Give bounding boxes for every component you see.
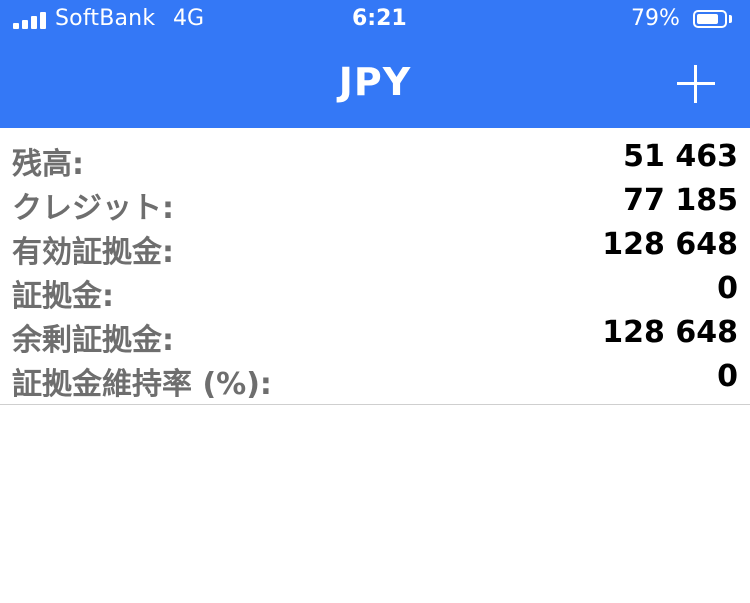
margin-row: 証拠金: 0 <box>0 266 750 314</box>
margin-level-value: 0 <box>717 359 738 394</box>
margin-level-row: 証拠金維持率 (%): 0 <box>0 354 750 402</box>
battery-icon <box>693 10 727 28</box>
battery-level-fill <box>697 14 718 24</box>
app-screen: SoftBank 4G 6:21 79% JPY 残高: 51 463 クレジッ… <box>0 0 750 603</box>
network-type: 4G <box>173 6 205 31</box>
equity-value: 128 648 <box>602 227 738 262</box>
battery-percent: 79% <box>631 6 680 31</box>
balance-value: 51 463 <box>623 139 738 174</box>
equity-label: 有効証拠金: <box>12 235 174 270</box>
balance-label: 残高: <box>12 147 84 182</box>
page-title: JPY <box>338 60 412 104</box>
free-margin-label: 余剰証拠金: <box>12 323 174 358</box>
account-summary-list: 残高: 51 463 クレジット: 77 185 有効証拠金: 128 648 … <box>0 128 750 405</box>
free-margin-value: 128 648 <box>602 315 738 350</box>
status-bar: SoftBank 4G 6:21 79% <box>0 0 750 40</box>
balance-row: 残高: 51 463 <box>0 134 750 182</box>
carrier-name: SoftBank <box>55 6 156 31</box>
add-button[interactable] <box>674 62 718 106</box>
credit-value: 77 185 <box>623 183 738 218</box>
margin-level-label: 証拠金維持率 (%): <box>12 367 272 402</box>
plus-icon-vertical <box>694 65 697 103</box>
battery-cap <box>729 15 732 23</box>
equity-row: 有効証拠金: 128 648 <box>0 222 750 270</box>
credit-label: クレジット: <box>12 191 174 226</box>
margin-label: 証拠金: <box>12 279 114 314</box>
signal-strength-icon <box>13 11 47 29</box>
margin-value: 0 <box>717 271 738 306</box>
credit-row: クレジット: 77 185 <box>0 178 750 226</box>
status-time: 6:21 <box>352 6 407 31</box>
navigation-bar: JPY <box>0 40 750 128</box>
free-margin-row: 余剰証拠金: 128 648 <box>0 310 750 358</box>
